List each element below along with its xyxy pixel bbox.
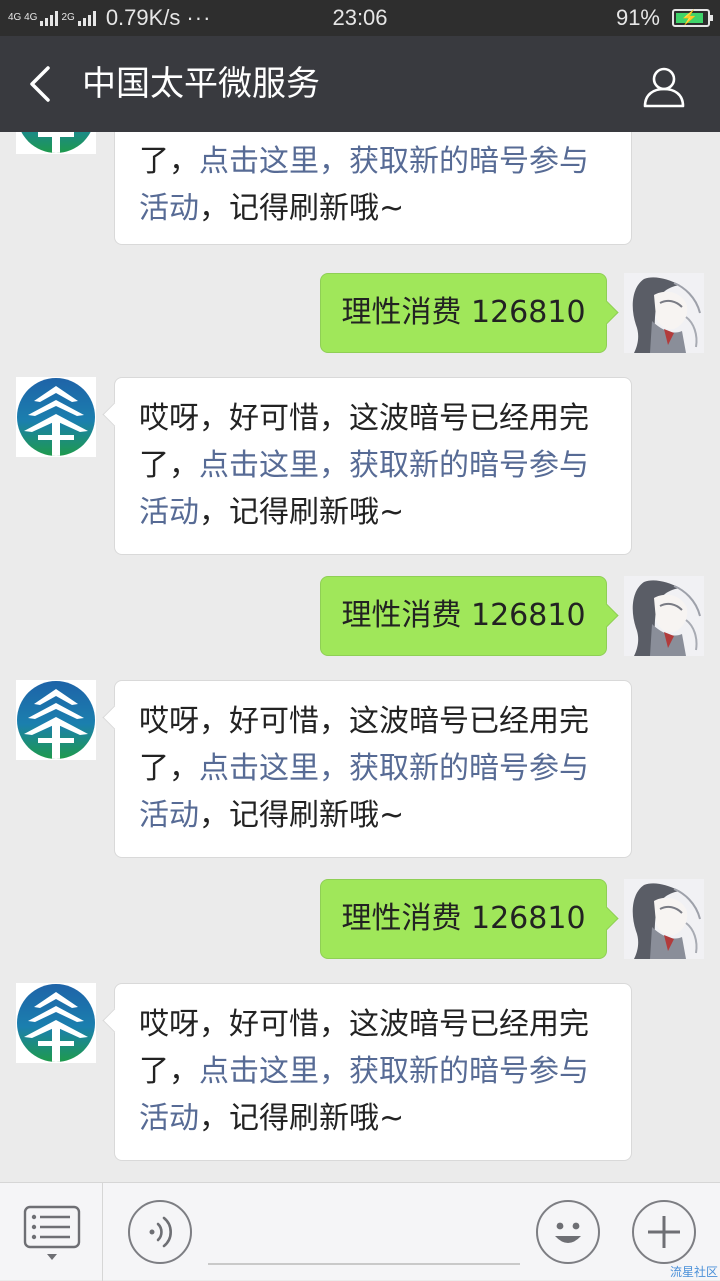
message-text: ，记得刷新哦~ xyxy=(199,1101,405,1136)
list-menu-icon xyxy=(23,1205,81,1260)
battery-fill: ⚡ xyxy=(676,9,704,25)
voice-icon xyxy=(149,1216,172,1248)
emoji-button[interactable] xyxy=(536,1200,600,1264)
message-text: 理性消费 126810 xyxy=(341,295,586,330)
user-avatar[interactable] xyxy=(624,879,704,959)
user-avatar[interactable] xyxy=(624,576,704,656)
chevron-left-icon xyxy=(30,66,50,102)
user-avatar-image-icon xyxy=(624,273,704,353)
bot-avatar[interactable] xyxy=(16,983,96,1063)
add-button[interactable] xyxy=(632,1200,696,1264)
user-avatar-image-icon xyxy=(624,879,704,959)
message-text: 理性消费 126810 xyxy=(341,901,586,936)
china-taiping-logo-icon xyxy=(16,680,96,760)
plus-icon xyxy=(648,1216,680,1248)
user-avatar-image-icon xyxy=(624,576,704,656)
battery-icon: ⚡ xyxy=(672,9,713,27)
message-text: ，记得刷新哦~ xyxy=(199,495,405,530)
title-bar: 中国太平微服务 xyxy=(0,36,720,132)
outgoing-message-bubble[interactable]: 理性消费 126810 xyxy=(320,576,607,656)
china-taiping-logo-icon xyxy=(16,983,96,1063)
incoming-message-bubble[interactable]: 哎呀，好可惜，这波暗号已经用完了，点击这里，获取新的暗号参与活动，记得刷新哦~ xyxy=(114,983,632,1161)
incoming-message-bubble[interactable]: 哎呀，好可惜，这波暗号已经用完了，点击这里，获取新的暗号参与活动，记得刷新哦~ xyxy=(114,377,632,555)
china-taiping-logo-icon xyxy=(16,132,96,154)
message-text: 了， xyxy=(139,144,199,179)
charging-icon: ⚡ xyxy=(680,9,699,25)
outgoing-message-bubble[interactable]: 理性消费 126810 xyxy=(320,273,607,353)
message-bubble-partial[interactable]: 了，点击这里，获取新的暗号参与 活动，记得刷新哦~ xyxy=(114,132,632,245)
page-title: 中国太平微服务 xyxy=(82,64,320,104)
message-text: ，记得刷新哦~ xyxy=(199,191,405,226)
bottom-bar: 流星社区 xyxy=(0,1182,720,1281)
outgoing-message-bubble[interactable]: 理性消费 126810 xyxy=(320,879,607,959)
chat-area[interactable]: 了，点击这里，获取新的暗号参与 活动，记得刷新哦~ 理性消费 126810 哎呀，… xyxy=(0,132,720,1182)
back-button[interactable] xyxy=(22,60,62,108)
status-bar: 4G 4G 2G 0.79K/s ··· 23:06 91% ⚡ xyxy=(0,0,720,36)
bot-avatar[interactable] xyxy=(16,132,96,154)
profile-button[interactable] xyxy=(642,64,686,108)
china-taiping-logo-icon xyxy=(16,377,96,457)
battery-percent: 91% xyxy=(615,5,660,30)
watermark: 流星社区 xyxy=(669,1265,718,1279)
message-text: 理性消费 126810 xyxy=(341,598,586,633)
clock: 23:06 xyxy=(332,5,388,30)
bot-avatar[interactable] xyxy=(16,377,96,457)
message-text: ，记得刷新哦~ xyxy=(199,798,405,833)
bot-avatar[interactable] xyxy=(16,680,96,760)
status-right: 91% ⚡ xyxy=(615,0,713,36)
activity-link[interactable]: 活动 xyxy=(139,191,199,226)
activity-link[interactable]: 点击这里，获取新的暗号参与 xyxy=(199,144,589,179)
person-icon xyxy=(643,67,685,108)
smiley-icon xyxy=(555,1222,581,1243)
voice-input-button[interactable] xyxy=(128,1200,192,1264)
user-avatar[interactable] xyxy=(624,273,704,353)
menu-toggle-button[interactable] xyxy=(0,1183,103,1281)
message-input[interactable] xyxy=(208,1263,520,1265)
incoming-message-bubble[interactable]: 哎呀，好可惜，这波暗号已经用完了，点击这里，获取新的暗号参与活动，记得刷新哦~ xyxy=(114,680,632,858)
